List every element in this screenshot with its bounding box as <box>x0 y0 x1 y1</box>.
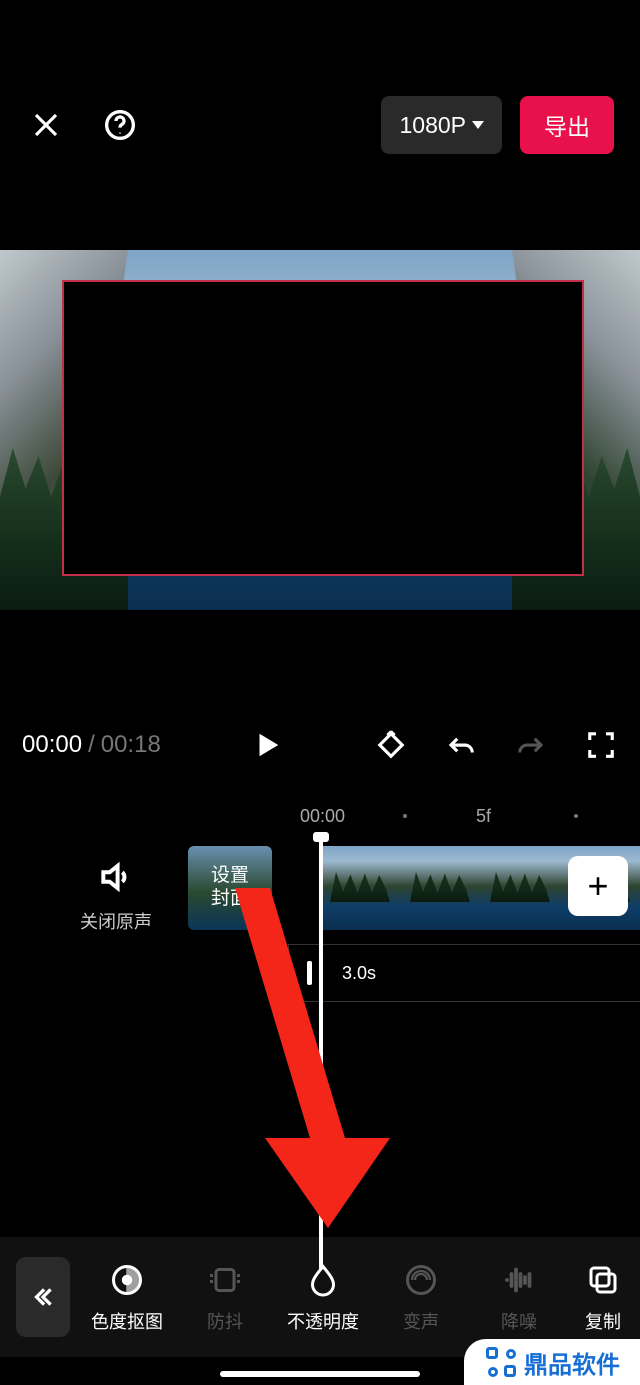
watermark: 鼎品软件 <box>464 1339 640 1385</box>
toolbar-back-button[interactable] <box>16 1257 70 1337</box>
playback-controls: 00:00/00:18 <box>0 722 640 768</box>
tool-voice-change[interactable]: 变声 <box>372 1260 470 1334</box>
help-button[interactable] <box>100 105 140 145</box>
timeline-ruler[interactable]: 00:00 5f <box>0 806 640 832</box>
ruler-dot <box>574 814 578 818</box>
redo-icon <box>516 730 546 760</box>
tool-label: 复制 <box>585 1308 621 1334</box>
watermark-logo-icon <box>486 1347 516 1377</box>
time-separator: / <box>88 731 95 758</box>
chroma-icon <box>109 1262 145 1298</box>
video-preview[interactable] <box>0 250 640 610</box>
tool-opacity[interactable]: 不透明度 <box>274 1260 372 1334</box>
timeline-tracks[interactable]: 关闭原声 设置 封面 + 3.0s <box>0 840 640 1040</box>
close-icon <box>31 110 61 140</box>
resolution-label: 1080P <box>399 112 466 139</box>
header-bar: 1080P 导出 <box>0 0 640 150</box>
chevron-down-icon <box>472 121 484 129</box>
tool-label: 不透明度 <box>287 1308 359 1334</box>
chevron-left-icon <box>30 1284 56 1310</box>
set-cover-button[interactable]: 设置 封面 <box>188 846 272 930</box>
export-button[interactable]: 导出 <box>520 96 614 154</box>
home-indicator <box>220 1371 420 1377</box>
mute-label: 关闭原声 <box>80 908 152 934</box>
time-display: 00:00/00:18 <box>22 731 161 759</box>
export-label: 导出 <box>544 114 590 140</box>
tool-stabilize[interactable]: 防抖 <box>176 1260 274 1334</box>
fullscreen-button[interactable] <box>584 728 618 762</box>
overlay-clip[interactable]: 3.0s <box>288 944 640 1002</box>
help-icon <box>104 109 136 141</box>
playhead[interactable] <box>319 840 323 1270</box>
plus-icon: + <box>587 865 608 907</box>
tool-label: 变声 <box>403 1308 439 1334</box>
undo-icon <box>446 730 476 760</box>
header-left <box>26 105 140 145</box>
tool-label: 降噪 <box>501 1308 537 1334</box>
clip-thumbnail[interactable] <box>480 846 560 930</box>
time-total: 00:18 <box>101 731 161 758</box>
play-icon <box>252 730 282 760</box>
close-button[interactable] <box>26 105 66 145</box>
stabilize-icon <box>207 1262 243 1298</box>
play-button[interactable] <box>250 728 284 762</box>
copy-icon <box>585 1262 621 1298</box>
time-current: 00:00 <box>22 731 82 758</box>
denoise-icon <box>501 1262 537 1298</box>
header-right: 1080P 导出 <box>381 96 614 154</box>
tool-label: 防抖 <box>207 1308 243 1334</box>
clip-thumbnail[interactable] <box>320 846 400 930</box>
opacity-icon <box>305 1262 341 1298</box>
resolution-button[interactable]: 1080P <box>381 96 502 154</box>
clip-thumbnail[interactable] <box>400 846 480 930</box>
controls-right <box>374 728 618 762</box>
cover-label: 设置 封面 <box>211 865 249 911</box>
fullscreen-icon <box>586 730 616 760</box>
tool-label: 色度抠图 <box>91 1308 163 1334</box>
overlay-selection[interactable] <box>62 280 584 576</box>
clip-handle[interactable] <box>307 961 312 985</box>
keyframe-icon <box>376 730 406 760</box>
watermark-text: 鼎品软件 <box>524 1345 620 1380</box>
clip-duration: 3.0s <box>342 963 376 984</box>
undo-button[interactable] <box>444 728 478 762</box>
tool-denoise[interactable]: 降噪 <box>470 1260 568 1334</box>
tool-chroma-key[interactable]: 色度抠图 <box>78 1260 176 1334</box>
speaker-icon <box>97 858 135 896</box>
ruler-tick: 5f <box>476 806 491 827</box>
add-clip-button[interactable]: + <box>568 856 628 916</box>
voice-icon <box>403 1262 439 1298</box>
redo-button[interactable] <box>514 728 548 762</box>
mute-audio-button[interactable]: 关闭原声 <box>80 858 152 934</box>
keyframe-button[interactable] <box>374 728 408 762</box>
tool-copy[interactable]: 复制 <box>568 1260 638 1334</box>
ruler-tick: 00:00 <box>300 806 345 827</box>
ruler-dot <box>403 814 407 818</box>
